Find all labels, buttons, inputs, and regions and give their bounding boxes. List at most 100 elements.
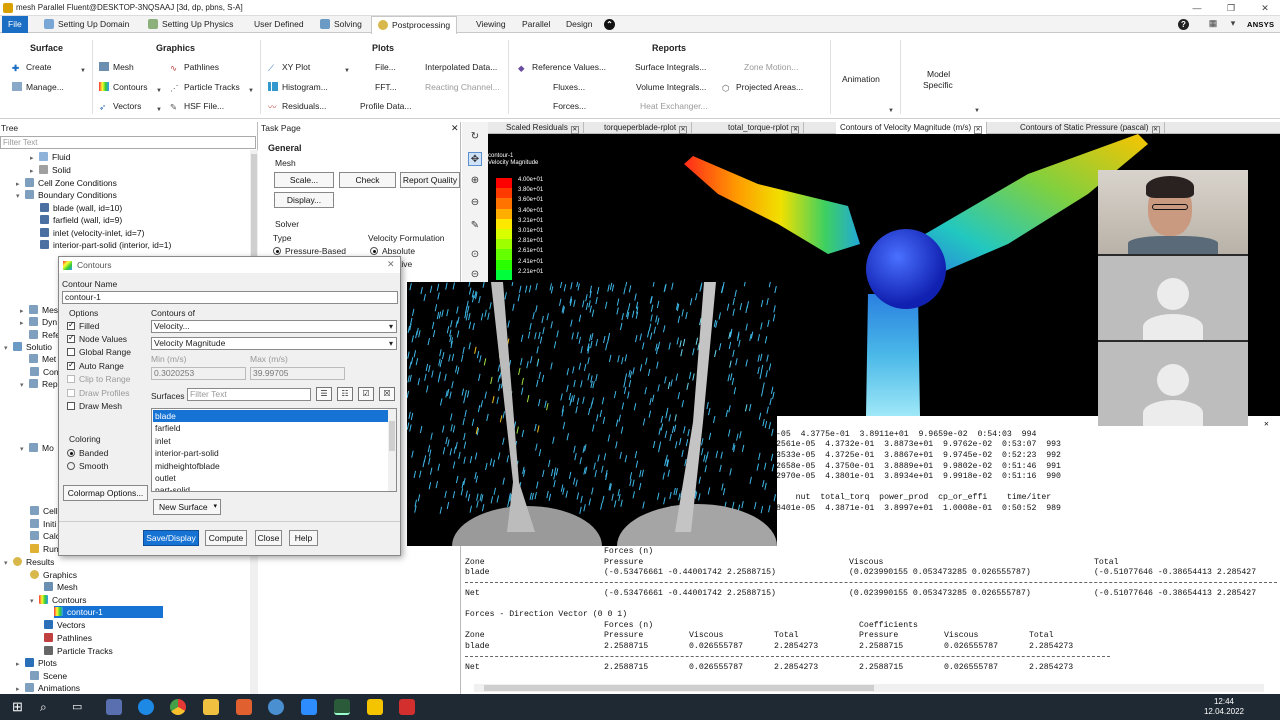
graphics-hsf-file-button[interactable]: ✎ HSF File... (170, 101, 224, 112)
chevron-down-icon[interactable]: ▼ (80, 68, 86, 74)
max-value-field[interactable]: 39.99705 (250, 367, 345, 380)
surfaces-scrollbar[interactable] (388, 409, 396, 491)
filled-checkbox[interactable]: Filled (67, 320, 99, 331)
clip-to-range-checkbox[interactable]: Clip to Range (67, 374, 131, 384)
graphics-mesh-button[interactable]: Mesh (99, 62, 134, 72)
deselect-icon[interactable]: ☷ (337, 387, 353, 401)
tab-parallel[interactable]: Parallel (516, 16, 556, 33)
tree-item-partial[interactable]: Initi (30, 518, 56, 530)
scale-button[interactable]: Scale... (274, 172, 334, 188)
tree-item-partial[interactable]: ▾ Solutio (4, 341, 52, 353)
plots-reacting-channel-button[interactable]: Reacting Channel... (425, 82, 500, 92)
plots-file-button[interactable]: File... (375, 62, 396, 72)
chevron-down-icon[interactable]: ▼ (974, 108, 980, 114)
clear-selection-icon[interactable]: ☒ (379, 387, 395, 401)
contour-name-input[interactable]: contour-1 (62, 291, 398, 304)
colormap-options-button[interactable]: Colormap Options... (63, 485, 148, 501)
reports-reference-values-button[interactable]: ◆ Reference Values... (518, 62, 606, 73)
tab-solving[interactable]: Solving (314, 16, 368, 33)
tree-item-partial[interactable]: Met (20, 353, 56, 365)
graphics-contours-button[interactable]: Contours (99, 82, 148, 92)
tree-item-partial[interactable]: ▾ Mo (20, 442, 54, 454)
reports-forces-button[interactable]: Forces... (553, 101, 586, 111)
tree-item-partial[interactable]: ▾ Rep (20, 378, 58, 390)
report-quality-button[interactable]: Report Quality (400, 172, 460, 188)
tree-filter-input[interactable]: Filter Text (0, 136, 256, 149)
tree-item-partial[interactable]: Cell (30, 505, 58, 517)
tab-torqueperblade-rplot[interactable]: torqueperblade-rplot ✕ (600, 122, 693, 134)
close-window-button[interactable]: ✕ (1254, 1, 1276, 15)
tree-item-contours[interactable]: ▾ Contours (30, 594, 87, 606)
plots-xy-plot-button[interactable]: ⟋ XY Plot (268, 62, 310, 73)
list-item[interactable]: midheightofblade (153, 460, 389, 472)
tab-setting-up-physics[interactable]: Setting Up Physics (142, 16, 239, 33)
tab-contours-static-pressure[interactable]: Contours of Static Pressure (pascal) ✕ (1016, 122, 1165, 134)
draw-profiles-checkbox[interactable]: Draw Profiles (67, 388, 130, 398)
maximize-button[interactable]: ❐ (1220, 1, 1242, 15)
select-all-icon[interactable]: ☰ (316, 387, 332, 401)
tree-item-scene[interactable]: Scene (30, 670, 67, 682)
ansys-taskbar-icon[interactable] (367, 699, 383, 715)
tab-contours-velocity-magnitude[interactable]: Contours of Velocity Magnitude (m/s) ✕ (836, 122, 988, 134)
tab-setting-up-domain[interactable]: Setting Up Domain (38, 16, 135, 33)
new-surface-button[interactable]: New Surface ▾ (153, 499, 221, 515)
contours-of-category-select[interactable]: Velocity... (151, 320, 397, 333)
reports-projected-areas-button[interactable]: ⬡ Projected Areas... (722, 82, 803, 93)
tree-item-interior-part-solid[interactable]: interior-part-solid (interior, id=1) (40, 239, 171, 251)
tree-item-partial[interactable]: Run (30, 543, 59, 555)
chevron-down-icon[interactable]: ▼ (156, 107, 162, 113)
tree-item-results[interactable]: ▾ Results (4, 556, 54, 568)
surface-manage-button[interactable]: Manage... (12, 82, 64, 92)
tree-item-partial[interactable]: ▸ Mes (20, 304, 58, 316)
console-horizontal-scrollbar[interactable] (474, 684, 1264, 692)
chevron-down-icon[interactable]: ▼ (156, 88, 162, 94)
global-range-checkbox[interactable]: Global Range (67, 347, 131, 357)
tree-item-farfield[interactable]: farfield (wall, id=9) (40, 214, 122, 226)
chrome-icon[interactable] (170, 699, 186, 715)
reports-heat-exchanger-button[interactable]: Heat Exchanger... (640, 101, 708, 111)
minimize-button[interactable]: — (1186, 1, 1208, 15)
tree-item-partial[interactable]: Calc (30, 530, 60, 542)
tab-viewing[interactable]: Viewing (470, 16, 512, 33)
collapse-ribbon-icon[interactable]: ⌃ (604, 19, 615, 30)
chevron-down-icon[interactable]: ▼ (344, 68, 350, 74)
min-value-field[interactable]: 0.3020253 (151, 367, 246, 380)
app-icon[interactable] (236, 699, 252, 715)
app-icon[interactable] (268, 699, 284, 715)
vector-plot-window[interactable] (407, 282, 777, 546)
tree-item-pathlines[interactable]: Pathlines (44, 632, 92, 644)
pressure-based-radio[interactable]: Pressure-Based (273, 246, 346, 256)
tree-item-particle-tracks[interactable]: Particle Tracks (44, 645, 113, 657)
tab-postprocessing[interactable]: Postprocessing (371, 16, 458, 34)
mail-icon[interactable] (399, 699, 415, 715)
draw-mesh-checkbox[interactable]: Draw Mesh (67, 401, 122, 411)
tree-item-animations[interactable]: ▸ Animations (16, 682, 80, 694)
chevron-down-icon[interactable]: ▼ (888, 108, 894, 114)
tree-item-solid[interactable]: ▸ Solid (30, 164, 71, 176)
zoom-out-icon[interactable]: ⊝ (468, 268, 482, 282)
model-specific-label-1[interactable]: Model (927, 69, 950, 79)
smooth-radio[interactable]: Smooth (67, 461, 108, 471)
graphics-particle-tracks-button[interactable]: ⋰ Particle Tracks (170, 82, 240, 93)
close-icon[interactable]: ✕ (1264, 419, 1269, 429)
tab-file[interactable]: File (2, 16, 28, 33)
plots-fft-button[interactable]: FFT... (375, 82, 397, 92)
clock[interactable]: 12:44 12.04.2022 (1204, 697, 1244, 717)
node-values-checkbox[interactable]: Node Values (67, 333, 127, 344)
chevron-down-icon[interactable]: ▼ (248, 88, 254, 94)
pan-icon[interactable]: ✥ (468, 152, 482, 166)
reports-surface-integrals-button[interactable]: Surface Integrals... (635, 62, 706, 72)
task-view-icon[interactable]: ▭ (72, 699, 88, 715)
plots-residuals-button[interactable]: 〰 Residuals... (268, 101, 326, 112)
select-checked-icon[interactable]: ☑ (358, 387, 374, 401)
help-icon[interactable]: ? (1178, 19, 1189, 30)
tree-item-partial[interactable]: Refe (20, 329, 60, 341)
tree-item-vectors[interactable]: Vectors (44, 619, 85, 631)
tree-item-boundary-conditions[interactable]: ▾ Boundary Conditions (16, 189, 117, 201)
list-item[interactable]: inlet (153, 435, 389, 447)
plots-profile-data-button[interactable]: Profile Data... (360, 101, 412, 111)
tab-scaled-residuals[interactable]: Scaled Residuals ✕ (502, 122, 584, 134)
compute-button[interactable]: Compute (205, 530, 247, 546)
list-item[interactable]: part-solid (153, 484, 389, 491)
graphics-pathlines-button[interactable]: ∿ Pathlines (170, 62, 219, 73)
